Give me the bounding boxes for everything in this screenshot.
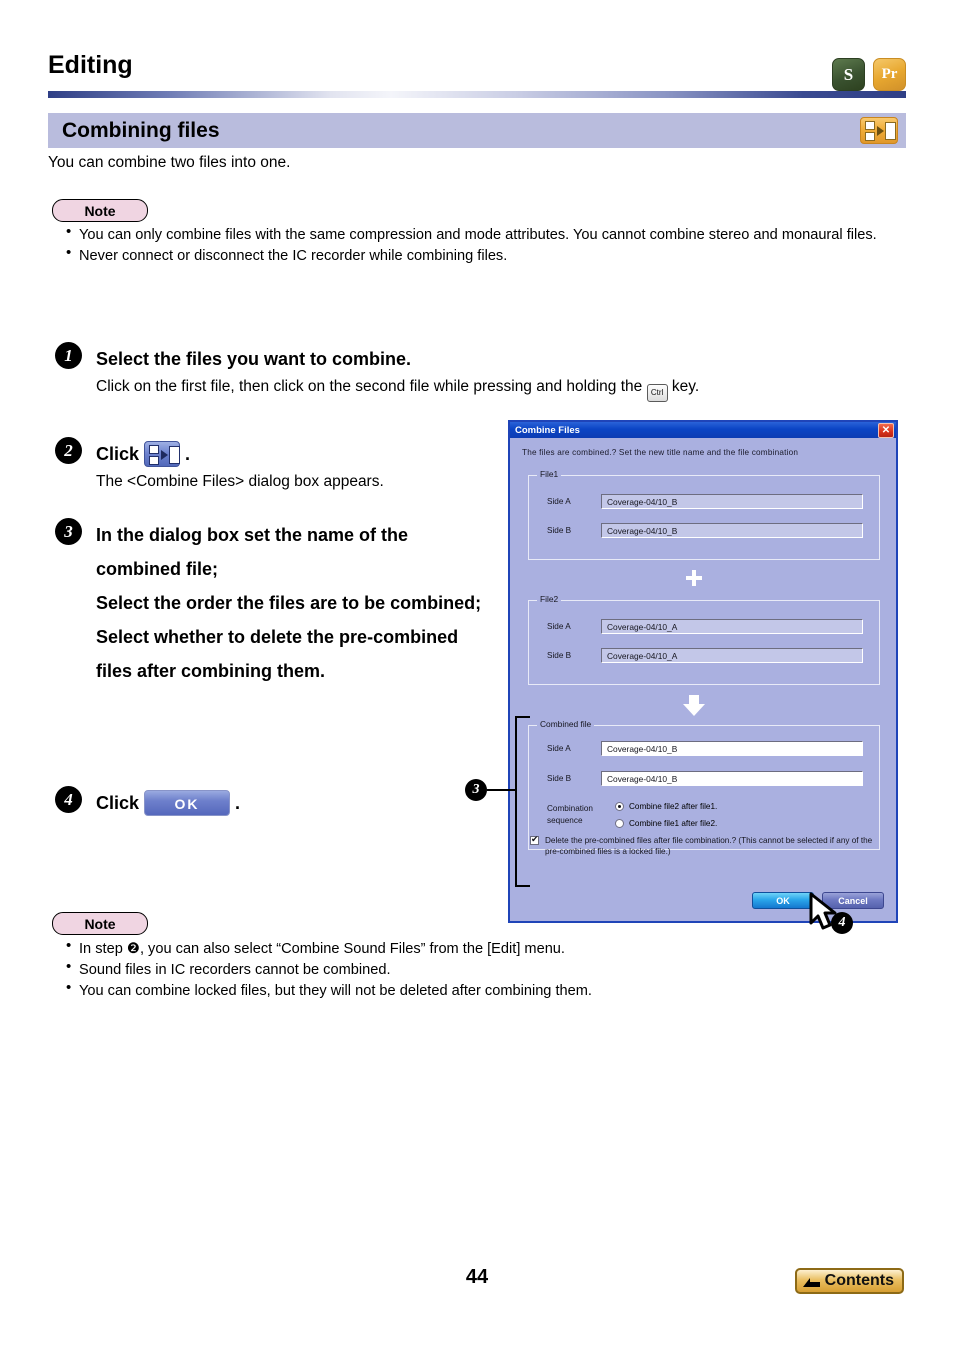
note-list: In step ❷, you can also select “Combine … bbox=[62, 936, 742, 1002]
dialog-description: The files are combined.? Set the new tit… bbox=[522, 448, 799, 457]
intro-text: You can combine two files into one. bbox=[48, 154, 291, 171]
radio-icon-selected[interactable] bbox=[615, 802, 624, 811]
step-heading-suffix: . bbox=[235, 793, 241, 813]
section-heading-bar: Combining files bbox=[48, 113, 906, 148]
file1-side-b-label: Side B bbox=[547, 526, 572, 535]
mouse-cursor-icon bbox=[808, 892, 842, 937]
file1-group: File1 Side A Coverage-04/10_B Side B Cov… bbox=[528, 469, 880, 560]
plus-icon bbox=[686, 570, 702, 586]
step-heading: Click . bbox=[96, 437, 475, 471]
file1-side-b-row: Side B Coverage-04/10_B bbox=[547, 523, 863, 538]
step-number: 1 bbox=[55, 342, 82, 369]
note-item: Never connect or disconnect the IC recor… bbox=[62, 243, 892, 266]
sequence-option-1[interactable]: Combine file2 after file1. bbox=[615, 802, 717, 811]
delete-precombined-checkbox-row[interactable]: Delete the pre-combined files after file… bbox=[530, 834, 880, 857]
file2-side-a-label: Side A bbox=[547, 622, 571, 631]
step-heading: Select the files you want to combine. bbox=[96, 349, 412, 369]
dialog-titlebar[interactable]: Combine Files ✕ bbox=[510, 422, 896, 438]
combine-files-dialog[interactable]: Combine Files ✕ The files are combined.?… bbox=[508, 420, 898, 923]
step-3: 3 In the dialog box set the name of the … bbox=[55, 518, 495, 688]
file2-side-a-row: Side A Coverage-04/10_A bbox=[547, 619, 863, 634]
step-heading-line-1: In the dialog box set the name of the co… bbox=[96, 525, 409, 579]
note-item: You can only combine files with the same… bbox=[62, 222, 892, 245]
section-title: Combining files bbox=[62, 118, 220, 142]
step-detail-before: Click on the first file, then click on t… bbox=[96, 378, 643, 395]
file1-legend: File1 bbox=[537, 469, 562, 479]
step-number: 4 bbox=[55, 786, 82, 813]
callout-marker-3: 3 bbox=[465, 779, 487, 801]
header-rule bbox=[48, 91, 906, 98]
combined-side-b-input[interactable]: Coverage-04/10_B bbox=[601, 771, 863, 786]
ok-button-graphic: OK bbox=[144, 790, 231, 816]
note-item: In step ❷, you can also select “Combine … bbox=[62, 936, 742, 959]
radio-icon[interactable] bbox=[615, 819, 624, 828]
combine-files-icon bbox=[860, 117, 898, 144]
badge-s-icon: S bbox=[832, 58, 865, 91]
step-heading-text: Click bbox=[96, 793, 140, 813]
delete-precombined-label: Delete the pre-combined files after file… bbox=[545, 836, 873, 856]
file1-side-a-label: Side A bbox=[547, 497, 571, 506]
step-heading: Click OK . bbox=[96, 786, 475, 820]
note-item: You can combine locked files, but they w… bbox=[62, 978, 742, 1001]
dialog-title: Combine Files bbox=[515, 424, 580, 436]
chapter-title: Editing bbox=[48, 51, 133, 79]
combined-side-b-row: Side B Coverage-04/10_B bbox=[547, 771, 863, 786]
close-icon[interactable]: ✕ bbox=[878, 423, 894, 438]
combined-side-a-input[interactable]: Coverage-04/10_B bbox=[601, 741, 863, 756]
step-heading-line-3: Select whether to delete the pre-combine… bbox=[96, 627, 459, 681]
combined-file-group: Combined file Side A Coverage-04/10_B Si… bbox=[528, 719, 880, 850]
file1-side-a-row: Side A Coverage-04/10_B bbox=[547, 494, 863, 509]
note-item: Sound files in IC recorders cannot be co… bbox=[62, 957, 742, 980]
badge-pr-icon: Pr bbox=[873, 58, 906, 91]
step-number: 3 bbox=[55, 518, 82, 545]
step-heading-suffix: . bbox=[185, 444, 191, 464]
callout-leader-line bbox=[487, 789, 515, 791]
contents-button-label: Contents bbox=[824, 1272, 894, 1289]
combination-sequence-label: Combination sequence bbox=[547, 803, 593, 827]
step-2: 2 Click . The <Combine Files> dialog box… bbox=[55, 437, 475, 493]
note-badge: Note bbox=[52, 912, 148, 935]
step-detail: The <Combine Files> dialog box appears. bbox=[96, 473, 384, 490]
note-list: You can only combine files with the same… bbox=[62, 222, 892, 267]
sequence-option-1-label: Combine file2 after file1. bbox=[629, 802, 718, 811]
step-4: 4 Click OK . bbox=[55, 786, 475, 820]
combined-side-b-label: Side B bbox=[547, 774, 572, 783]
callout-bracket bbox=[515, 716, 530, 887]
header-badges: S Pr bbox=[832, 58, 906, 91]
page-header: Editing S Pr bbox=[48, 48, 906, 91]
file2-side-b-label: Side B bbox=[547, 651, 572, 660]
combination-sequence-label-line1: Combination bbox=[547, 804, 593, 813]
sequence-option-2-label: Combine file1 after file2. bbox=[629, 819, 718, 828]
step-heading-line-2: Select the order the files are to be com… bbox=[96, 593, 482, 613]
contents-arrow-icon bbox=[802, 1274, 822, 1289]
file1-side-a-input[interactable]: Coverage-04/10_B bbox=[601, 494, 863, 509]
step-1: 1 Select the files you want to combine. … bbox=[55, 342, 855, 402]
combine-files-icon bbox=[144, 441, 181, 467]
step-detail: Click on the first file, then click on t… bbox=[96, 376, 855, 402]
file2-side-b-row: Side B Coverage-04/10_A bbox=[547, 648, 863, 663]
combined-side-a-label: Side A bbox=[547, 744, 571, 753]
file2-side-b-input[interactable]: Coverage-04/10_A bbox=[601, 648, 863, 663]
file2-side-a-input[interactable]: Coverage-04/10_A bbox=[601, 619, 863, 634]
ctrl-key-icon: Ctrl bbox=[646, 384, 668, 402]
step-heading-text: Click bbox=[96, 444, 140, 464]
step-detail-after: key. bbox=[671, 378, 700, 395]
file2-legend: File2 bbox=[537, 594, 562, 604]
file2-group: File2 Side A Coverage-04/10_A Side B Cov… bbox=[528, 594, 880, 685]
step-number: 2 bbox=[55, 437, 82, 464]
ok-button[interactable]: OK bbox=[752, 892, 814, 909]
file1-side-b-input[interactable]: Coverage-04/10_B bbox=[601, 523, 863, 538]
combined-file-legend: Combined file bbox=[537, 719, 595, 729]
contents-button[interactable]: Contents bbox=[794, 1268, 904, 1294]
combination-sequence-label-line2: sequence bbox=[547, 816, 583, 825]
note-badge: Note bbox=[52, 199, 148, 222]
combined-side-a-row: Side A Coverage-04/10_B bbox=[547, 741, 863, 756]
down-arrow-icon bbox=[683, 695, 705, 717]
checkbox-icon[interactable] bbox=[530, 834, 539, 845]
sequence-option-2[interactable]: Combine file1 after file2. bbox=[615, 819, 717, 828]
